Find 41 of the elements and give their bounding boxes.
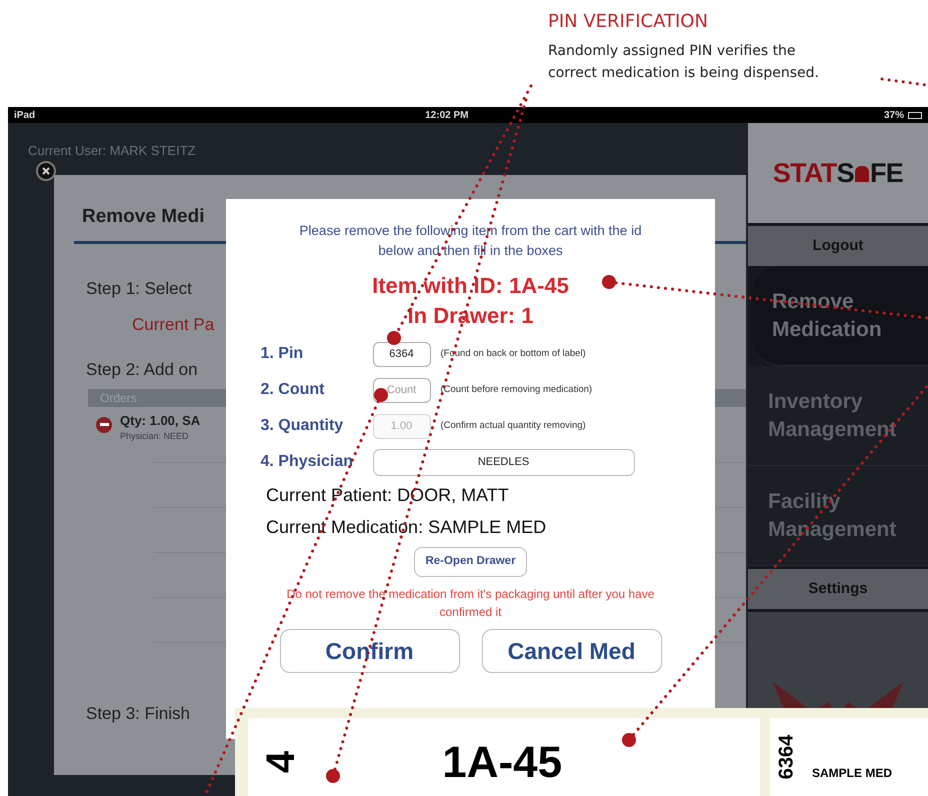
field-label: 3. Quantity — [260, 416, 344, 436]
time-text: 12:02 PM — [425, 108, 468, 122]
dialog-button[interactable]: Confirm — [280, 629, 460, 673]
panel-title: Remove Medi — [82, 204, 204, 228]
drawer-heading: In Drawer: 1 — [408, 302, 534, 330]
sidebar-button[interactable]: Settings — [748, 569, 928, 609]
pin-number: 4 — [261, 750, 302, 774]
battery-text: 37% — [884, 108, 904, 122]
medication-text: Current Medication: SAMPLE MED — [266, 516, 546, 539]
reopen-drawer-button[interactable]: Re-Open Drawer — [414, 547, 527, 577]
current-user-text: Current User: MARK STEITZ — [28, 142, 196, 160]
patient-text: Current Patient: DOOR, MATT — [266, 484, 509, 507]
step-text: Step 2: Add on — [86, 359, 198, 381]
field-label: 4. Physician — [260, 452, 354, 472]
sidebar-nav-item[interactable]: Facility Management — [748, 466, 928, 566]
remove-icon[interactable] — [96, 416, 112, 432]
instruction-text: Please remove the following item from the cart with the id below and then fill in the boxes — [298, 222, 643, 260]
callout-text: Randomly assigned PIN verifies the correct medication is being dispensed. — [548, 42, 820, 83]
leader-line — [880, 78, 928, 86]
field-label: 1. Pin — [260, 344, 304, 364]
carrier-text: iPad — [14, 108, 36, 122]
sidebar-nav-item[interactable]: Inventory Management — [748, 366, 928, 466]
sidebar-button[interactable]: Logout — [748, 226, 928, 266]
step-text: Step 3: Finish — [86, 703, 190, 725]
field-hint: (Confirm actual quantity removing) — [440, 418, 586, 433]
callout-title: PIN VERIFICATION — [548, 10, 709, 34]
step-text: Step 1: Select — [86, 278, 192, 300]
item-id-heading: Item with ID: 1A-45 — [372, 272, 569, 300]
dialog-button[interactable]: Cancel Med — [482, 629, 662, 673]
field-hint: (Found on back or bottom of label) — [440, 346, 586, 361]
input-field[interactable]: 6364 — [372, 342, 430, 366]
pin-number: 6364 — [775, 734, 797, 780]
battery-icon — [908, 112, 922, 118]
physician-field[interactable]: NEEDLES — [372, 448, 634, 476]
drawer-id: 1A-45 — [442, 738, 562, 788]
order-quantity: Qty: 1.00, SA — [120, 412, 200, 430]
order-physician: Physician: NEED — [120, 430, 190, 443]
medication-name: SAMPLE MED — [812, 765, 892, 782]
logo: STATS FE — [772, 156, 904, 190]
current-patient-text: Current Pa — [132, 314, 214, 336]
close-icon[interactable] — [36, 160, 56, 180]
